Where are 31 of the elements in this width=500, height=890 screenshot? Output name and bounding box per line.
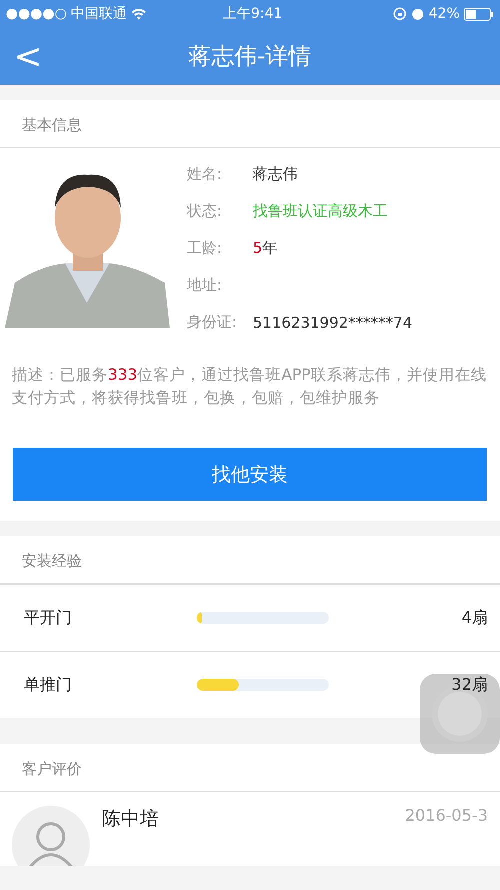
install-button[interactable]: 找他安装 <box>13 448 487 501</box>
field-label: 状态: <box>187 202 224 221</box>
section-header: 客户评价 <box>0 744 500 792</box>
field-label: 身份证: <box>187 313 238 332</box>
section-header: 基本信息 <box>0 100 500 148</box>
review-date: 2016-05-3 <box>405 806 488 827</box>
assistive-touch-button[interactable] <box>420 674 500 754</box>
door-count: 32扇 <box>452 674 488 696</box>
section-header: 安装经验 <box>0 536 500 584</box>
door-type: 单推门 <box>24 674 73 696</box>
reviewer-name: 陈中培 <box>102 807 159 832</box>
door-type: 平开门 <box>24 608 73 628</box>
field-value: 5116231992******74 <box>253 314 413 332</box>
back-button[interactable]: < <box>10 36 46 76</box>
field-value: 5年 <box>253 239 278 258</box>
door-count: 4扇 <box>462 608 488 628</box>
clock-time: 上午9:41 <box>223 5 283 23</box>
field-label: 工龄: <box>187 239 224 258</box>
rotation-lock-icon <box>392 7 407 21</box>
field-label: 地址: <box>187 276 224 295</box>
field-label: 姓名: <box>187 165 224 184</box>
field-value: 蒋志伟 <box>253 165 298 184</box>
carrier-name: 中国联通 <box>71 5 128 23</box>
field-value: 找鲁班认证高级木工 <box>253 202 388 221</box>
battery-percent: 42% <box>428 6 460 22</box>
signal-strength: ●●●●○ <box>6 6 68 22</box>
description-text: 描述：已服务333位客户，通过找鲁班APP联系蒋志伟，并使用在线支付方式，将获得找鲁班，包换，包赔，包维护服务 <box>12 365 488 409</box>
avatar-icon <box>12 806 90 866</box>
page-title: 蒋志伟-详情 <box>187 43 313 72</box>
wifi-icon <box>131 8 148 20</box>
battery-icon <box>464 8 494 20</box>
